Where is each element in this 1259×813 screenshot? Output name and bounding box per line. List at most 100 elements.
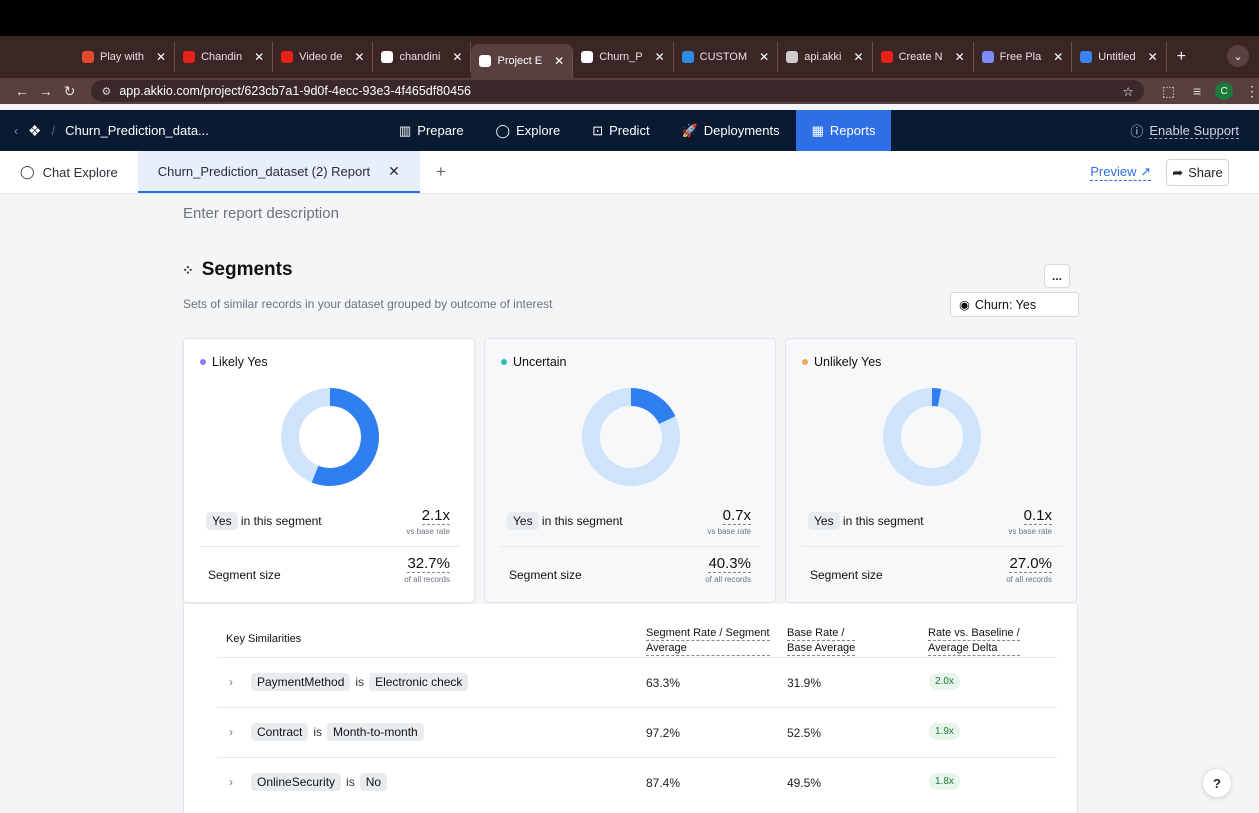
bookmark-star-icon[interactable]: ☆ <box>1123 84 1134 99</box>
header-rate-vs-baseline[interactable]: Rate vs. Baseline / Average Delta <box>928 626 1020 656</box>
browser-tab[interactable]: api.akki ✕ <box>778 42 873 72</box>
chevron-right-icon[interactable]: › <box>229 675 233 689</box>
browser-tab-strip: Play with ✕ Chandin ✕ Video de ✕ chandini ✕ Proj… <box>0 36 1259 78</box>
url-field[interactable]: ⚙ app.akkio.com/project/623cb7a1-9d0f-4e… <box>91 80 1144 102</box>
akkio-logo-icon[interactable]: ❖ <box>28 122 41 140</box>
reading-list-icon[interactable]: ≡ <box>1193 83 1201 99</box>
browser-tab[interactable]: CUSTOM ✕ <box>674 42 779 72</box>
browser-tab[interactable]: Free Pla ✕ <box>974 42 1073 72</box>
new-tab-button[interactable]: + <box>1177 48 1186 66</box>
close-tab-icon[interactable]: ✕ <box>388 163 400 180</box>
segment-card[interactable]: Uncertain Yes in this segment 0.7x vs base … <box>484 338 776 603</box>
segment-size-row: Segment size 32.7% of all records <box>200 555 460 595</box>
segment-size-value[interactable]: 40.3% <box>708 555 751 573</box>
segment-size-caption: of all records <box>705 575 751 584</box>
add-tab-button[interactable]: + <box>420 151 462 193</box>
browser-tab[interactable]: Play with ✕ <box>74 42 176 72</box>
close-tab-icon[interactable]: ✕ <box>452 50 462 64</box>
tab-favicon-icon <box>183 51 196 63</box>
segment-card[interactable]: Likely Yes Yes in this segment 2.1x vs base… <box>183 338 475 603</box>
nav-explore[interactable]: ◯ Explore <box>480 110 577 151</box>
reload-icon[interactable]: ↻ <box>58 83 82 100</box>
header-segment-rate[interactable]: Segment Rate / Segment Average <box>646 626 770 656</box>
base-rate-cell: 31.9% <box>787 676 822 690</box>
header-key-similarities: Key Similarities <box>226 633 302 645</box>
segment-rate-cell: 63.3% <box>646 676 681 690</box>
segments-icon: ⁘ <box>182 261 194 278</box>
external-link-icon: ↗ <box>1140 164 1151 179</box>
back-chevron-icon[interactable]: ‹ <box>14 124 18 138</box>
segment-rate-row: Yes in this segment 0.7x vs base rate <box>501 507 761 547</box>
close-tab-icon[interactable]: ✕ <box>354 50 364 64</box>
nav-deployments[interactable]: 🚀 Deployments <box>666 110 796 151</box>
tab-search-button[interactable]: ⌄ <box>1227 45 1249 67</box>
field-pill: OnlineSecurity <box>251 773 342 791</box>
browser-tab[interactable]: chandini ✕ <box>373 42 472 72</box>
project-name[interactable]: Churn_Prediction_data... <box>65 123 209 138</box>
nav-prepare[interactable]: ▥ Prepare <box>383 110 480 151</box>
nav-reports-icon: ▦ <box>811 122 824 138</box>
close-tab-icon[interactable]: ✕ <box>854 50 864 64</box>
tab-active-report[interactable]: Churn_Prediction_dataset (2) Report ✕ <box>137 151 420 193</box>
base-rate-cell: 49.5% <box>787 776 822 790</box>
report-description-input[interactable]: Enter report description <box>183 205 339 222</box>
outcome-filter-button[interactable]: ◉ Churn: Yes <box>950 292 1079 317</box>
close-tab-icon[interactable]: ✕ <box>955 50 965 64</box>
site-settings-icon[interactable]: ⚙ <box>101 85 111 98</box>
section-title: ⁘ Segments <box>182 259 293 280</box>
segment-rate-value[interactable]: 2.1x <box>421 507 450 525</box>
segment-rate-value[interactable]: 0.7x <box>722 507 751 525</box>
preview-link[interactable]: Preview ↗ <box>1090 164 1151 181</box>
more-options-button[interactable]: ... <box>1044 264 1070 288</box>
close-tab-icon[interactable]: ✕ <box>759 50 769 64</box>
chevron-right-icon[interactable]: › <box>229 775 233 789</box>
header-base-rate[interactable]: Base Rate / Base Average <box>787 626 856 656</box>
browser-tab[interactable]: Chandin ✕ <box>175 42 274 72</box>
browser-tab[interactable]: Untitled ✕ <box>1072 42 1167 72</box>
profile-avatar[interactable]: C <box>1215 82 1234 100</box>
close-tab-icon[interactable]: ✕ <box>1053 50 1063 64</box>
segment-size-row: Segment size 40.3% of all records <box>501 555 761 595</box>
browser-tab[interactable]: Churn_P ✕ <box>573 42 674 72</box>
segment-rate-cell: 87.4% <box>646 776 681 790</box>
segment-size-value[interactable]: 32.7% <box>407 555 450 573</box>
browser-address-bar: ← → ↻ ⚙ app.akkio.com/project/623cb7a1-9… <box>0 78 1259 104</box>
table-row[interactable]: › PaymentMethod is Electronic check 63.3% 31.… <box>217 657 1057 707</box>
browser-tab[interactable]: Project E ✕ <box>471 44 574 78</box>
segment-rate-value[interactable]: 0.1x <box>1023 507 1052 525</box>
nav-predict[interactable]: ⊡ Predict <box>576 110 665 151</box>
delta-badge: 1.8x <box>929 773 960 790</box>
share-button[interactable]: ➦ Share <box>1166 159 1229 186</box>
table-row[interactable]: › OnlineSecurity is No 87.4% 49.5% 1.8x <box>217 757 1057 807</box>
browser-tab[interactable]: Create N ✕ <box>873 42 974 72</box>
segment-card[interactable]: Unlikely Yes Yes in this segment 0.1x vs ba… <box>785 338 1077 603</box>
browser-menu-icon[interactable]: ⋮ <box>1245 83 1259 100</box>
segment-name: Unlikely Yes <box>802 355 881 369</box>
tab-favicon-icon <box>981 51 994 63</box>
key-similarities-table: Key Similarities Segment Rate / Segment … <box>183 604 1078 813</box>
close-tab-icon[interactable]: ✕ <box>554 54 564 68</box>
forward-icon[interactable]: → <box>34 83 58 99</box>
segment-size-label: Segment size <box>208 568 281 582</box>
segment-size-row: Segment size 27.0% of all records <box>802 555 1062 595</box>
chevron-right-icon[interactable]: › <box>229 725 233 739</box>
close-tab-icon[interactable]: ✕ <box>254 50 264 64</box>
segment-rate-caption: vs base rate <box>406 527 450 536</box>
outcome-tag: Yes <box>507 512 539 530</box>
browser-tab[interactable]: Video de ✕ <box>273 42 374 72</box>
close-tab-icon[interactable]: ✕ <box>655 50 665 64</box>
close-tab-icon[interactable]: ✕ <box>156 50 166 64</box>
nav-reports[interactable]: ▦ Reports <box>795 110 892 151</box>
table-row[interactable]: › Contract is Month-to-month 97.2% 52.5% 1.9x <box>217 707 1057 757</box>
segment-size-value[interactable]: 27.0% <box>1009 555 1052 573</box>
tab-favicon-icon <box>381 51 394 63</box>
segment-name: Likely Yes <box>200 355 268 369</box>
help-button[interactable]: ? <box>1202 768 1232 798</box>
app-header: ‹ ❖ / Churn_Prediction_data... ▥ Prepare ◯… <box>0 110 1259 151</box>
tab-favicon-icon <box>281 51 294 63</box>
tab-chat-explore[interactable]: ◯ Chat Explore <box>0 151 138 193</box>
enable-support-button[interactable]: ⓘ Enable Support <box>1130 110 1259 151</box>
back-icon[interactable]: ← <box>10 83 34 99</box>
close-tab-icon[interactable]: ✕ <box>1148 50 1158 64</box>
extensions-icon[interactable]: ⬚ <box>1162 83 1175 100</box>
